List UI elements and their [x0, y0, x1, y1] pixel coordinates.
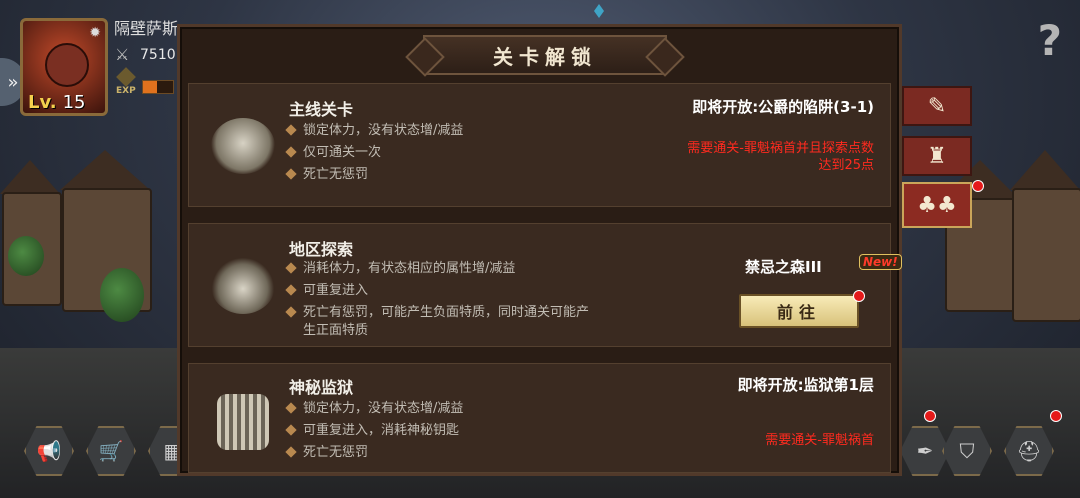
- avatar-face: [45, 43, 89, 87]
- go-button[interactable]: 前往: [739, 294, 859, 328]
- diamond-bullet-icon: [285, 146, 297, 158]
- exp-bar: [142, 80, 174, 94]
- dialog-title: 关卡解锁: [493, 44, 597, 69]
- exp-fill: [143, 81, 157, 93]
- player-power: 7510: [140, 47, 176, 63]
- notification-dot: [924, 410, 936, 422]
- stage-rule: 锁定体力，没有状态增/减益: [285, 122, 463, 140]
- stage-rule: 锁定体力，没有状态增/减益: [285, 400, 463, 418]
- stage-rule: 可重复进入，消耗神秘钥匙: [285, 422, 459, 440]
- player-name: 隔壁萨斯: [114, 19, 179, 38]
- cart-icon: 🛒: [98, 439, 124, 463]
- stage-status: 即将开放:公爵的陷阱(3-1): [692, 98, 874, 116]
- scroll-icon: ✎: [927, 93, 947, 119]
- diamond-bullet-icon: [285, 262, 297, 274]
- tab-forest[interactable]: ♣♣: [902, 182, 972, 228]
- stage-title: 神秘监狱: [289, 378, 354, 397]
- backpack-icon: ⛉: [959, 439, 975, 463]
- tab-scroll-map[interactable]: ✎: [902, 86, 972, 126]
- diamond-bullet-icon: [285, 168, 297, 180]
- stage-rule: 可重复进入: [285, 282, 368, 300]
- diamond-bullet-icon: [285, 402, 297, 414]
- crossed-swords-icon: ⚔: [115, 45, 130, 64]
- quill-icon: ✒: [916, 439, 934, 463]
- notification-dot: [853, 290, 865, 302]
- castle-icon: ♜: [927, 143, 947, 169]
- helmet-icon: ⛑: [1016, 439, 1042, 463]
- double-chevron-right-icon: »: [7, 71, 19, 93]
- stage-rule-continued: 生正面特质: [303, 323, 369, 338]
- notification-dot: [972, 180, 984, 192]
- stage-rule: 死亡有惩罚，可能产生负面特质，同时通关可能产: [285, 304, 589, 322]
- pine-trees-icon: ♣♣: [917, 192, 957, 218]
- stage-rule: 消耗体力，有状态相应的属性增/减益: [285, 260, 515, 278]
- megaphone-icon: 📢: [36, 439, 62, 463]
- stage-rule: 仅可通关一次: [285, 144, 381, 162]
- diamond-bullet-icon: [285, 446, 297, 458]
- stage-card-explore[interactable]: 地区探索 消耗体力，有状态相应的属性增/减益 可重复进入 死亡有惩罚，可能产生负…: [188, 223, 902, 347]
- stage-requirement: 需要通关-罪魁祸首: [765, 433, 874, 448]
- stage-status: 即将开放:监狱第1层: [737, 376, 874, 394]
- area-name: 禁忌之森III: [745, 258, 822, 276]
- stage-rule: 死亡无惩罚: [285, 444, 368, 462]
- new-badge: New!: [859, 254, 902, 270]
- player-level: Lv. 15: [28, 92, 85, 113]
- stage-card-prison[interactable]: 神秘监狱 锁定体力，没有状态增/减益 可重复进入，消耗神秘钥匙 死亡无惩罚 即将…: [188, 363, 891, 473]
- diamond-bullet-icon: [285, 306, 297, 318]
- ship-icon: [211, 258, 275, 314]
- exp-label: EXP: [116, 86, 136, 96]
- notification-dot: [1050, 410, 1062, 422]
- diamond-bullet-icon: [285, 284, 297, 296]
- diamond-bullet-icon: [285, 124, 297, 136]
- help-question-icon[interactable]: ?: [1038, 16, 1062, 65]
- level-label: Lv.: [28, 92, 57, 113]
- forest-island-icon: [211, 118, 275, 174]
- level-number: 15: [62, 92, 86, 113]
- stage-unlock-dialog: 关卡解锁 主线关卡 锁定体力，没有状态增/减益 仅可通关一次 死亡无惩罚 即将开…: [177, 24, 902, 476]
- stage-title: 主线关卡: [289, 100, 354, 119]
- stage-card-main[interactable]: 主线关卡 锁定体力，没有状态增/减益 仅可通关一次 死亡无惩罚 即将开放:公爵的…: [188, 83, 891, 207]
- diamond-bullet-icon: [285, 424, 297, 436]
- dialog-title-banner: 关卡解锁: [423, 35, 667, 75]
- gear-icon: ✹: [89, 25, 101, 41]
- stage-rule: 死亡无惩罚: [285, 166, 368, 184]
- stage-title: 地区探索: [289, 240, 354, 259]
- tab-castle[interactable]: ♜: [902, 136, 972, 176]
- stage-requirement: 需要通关-罪魁祸首并且探索点数 达到25点: [687, 141, 874, 173]
- tower-icon: [217, 394, 269, 450]
